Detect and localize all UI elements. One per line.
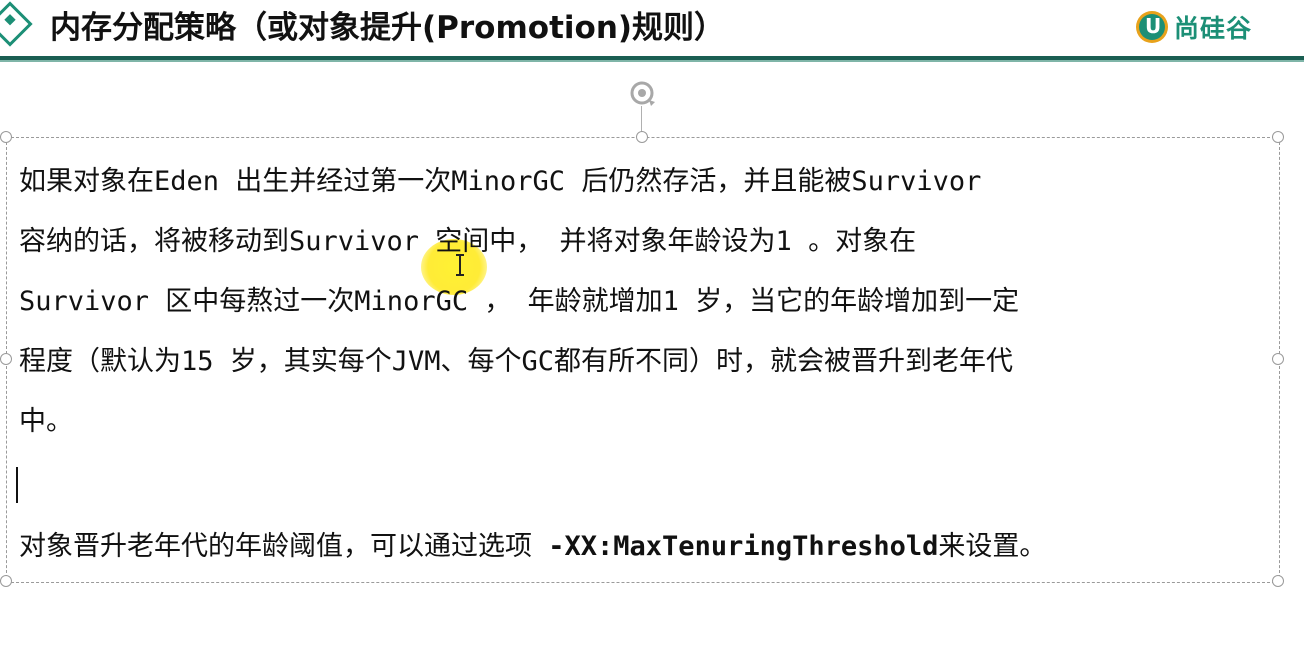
threshold-suffix: 来设置。 [938,531,1047,562]
brand-logo: U 尚硅谷 [1136,10,1252,44]
slide-header: 内存分配策略（或对象提升(Promotion)规则） U 尚硅谷 [0,0,1304,62]
resize-handle-bottom-right[interactable] [1272,575,1284,587]
resize-handle-top-right[interactable] [1272,131,1284,143]
logo-text: 尚硅谷 [1174,14,1253,43]
resize-handle-bottom-left[interactable] [0,575,12,587]
resize-handle-top[interactable] [636,131,648,143]
diamond-bullet-icon [0,1,33,47]
slide-title: 内存分配策略（或对象提升(Promotion)规则） [50,10,726,46]
logo-icon: U [1136,11,1168,43]
header-divider-light [0,60,1304,62]
resize-handle-right[interactable] [1272,353,1284,365]
threshold-prefix: 对象晋升老年代的年龄阈值，可以通过选项 [19,531,549,562]
resize-handle-top-left[interactable] [0,131,12,143]
paragraph-line: Survivor 区中每熬过一次MinorGC ， 年龄就增加1 岁，当它的年龄… [19,286,1020,317]
paragraph-line: 如果对象在Eden 出生并经过第一次MinorGC 后仍然存活，并且能被Surv… [19,166,982,197]
paragraph-line: 程度（默认为15 岁，其实每个JVM、每个GC都有所不同）时，就会被晋升到老年代 [19,346,1014,377]
threshold-option: -XX:MaxTenuringThreshold [548,531,939,562]
paragraph-line: 中。 [19,406,73,437]
threshold-line: 对象晋升老年代的年龄阈值，可以通过选项 -XX:MaxTenuringThres… [19,527,1046,567]
text-caret [16,467,18,503]
text-cursor-icon [456,254,464,276]
resize-handle-left[interactable] [0,353,12,365]
rotate-handle-icon[interactable] [627,78,657,108]
paragraph-line: 容纳的话，将被移动到Survivor 空间中， 并将对象年龄设为1 。对象在 [19,226,917,257]
